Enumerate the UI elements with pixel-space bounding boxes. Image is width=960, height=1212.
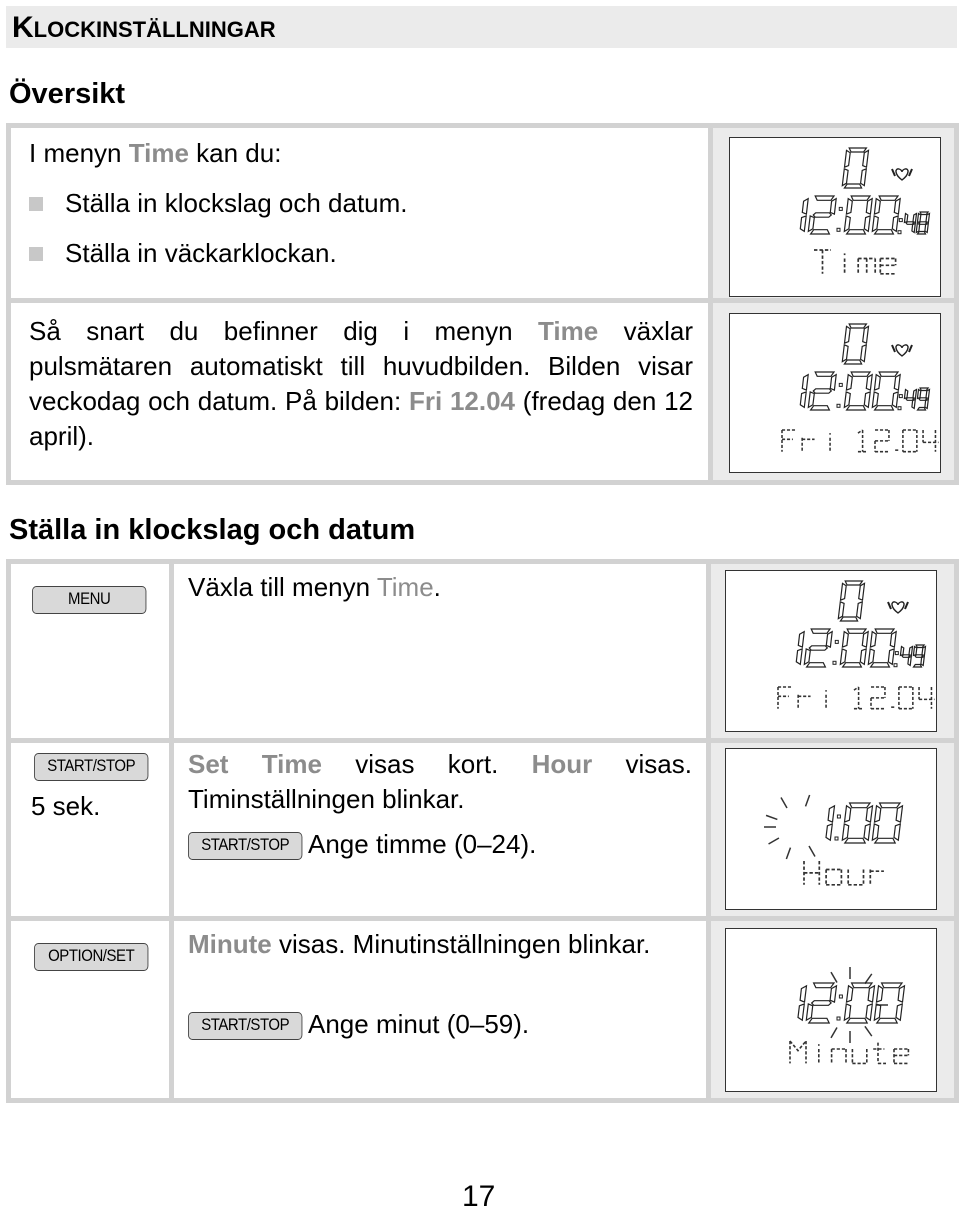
lcd-mode-label [789,1040,910,1065]
menu-key[interactable]: MENU [32,586,147,614]
lcd-top-digit [841,147,870,189]
step-text: Set Time visas kort. Hour visas. Timinst… [188,749,692,814]
overview-heading: Översikt [9,78,126,110]
lcd-graphic [789,967,910,1065]
lcd-top-digit [841,323,870,365]
option-set-key[interactable]: OPTION/SET [34,943,149,971]
display-cell [713,128,954,298]
steps-table: MENU Växla till menyn Time. START/STOP 5… [6,559,959,1103]
lcd-digit [867,628,897,668]
step-text: Minute visas. Minutinställningen blinkar… [188,929,651,959]
lcd-digit [807,195,837,235]
display-cell [713,303,954,480]
lcd-digit [903,388,918,410]
steps-heading: Ställa in klockslag och datum [9,514,416,546]
overview-paragraph: Så snart du befinner dig i menyn Time vä… [29,316,694,451]
lcd-digit [839,628,869,668]
lcd-display-date [725,570,937,732]
lcd-colon [834,814,841,841]
step-subtext: START/STOP Ange minut (0–59). [188,1007,529,1042]
lcd-digit [871,195,901,235]
lcd-digit [803,628,833,668]
chapter-title: KLOCKINSTÄLLNINGAR [6,6,957,48]
lcd-digit [841,802,874,844]
heart-icon [891,344,913,357]
overview-display-column [713,128,954,480]
lcd-colon [832,639,839,665]
lcd-digit [843,195,873,235]
lcd-digit [873,982,906,1024]
heart-icon [887,601,909,614]
display-cell [711,743,954,916]
heart-icon [891,168,913,181]
overview-table: I menyn Time kan du: Ställa in klockslag… [6,123,959,485]
bullet-square-icon [29,197,43,211]
lcd-colon [836,994,843,1021]
lcd-display-minute [725,928,937,1092]
lcd-digit [915,211,931,235]
lcd-digit [799,197,809,233]
lcd-graphic [764,794,904,886]
lcd-digit [805,982,838,1024]
lcd-date-label [777,686,935,710]
lcd-digit [871,371,901,411]
blink-indicator-icon [764,794,816,860]
lcd-digit [797,984,808,1022]
step-text-cell: Minute visas. Minutinställningen blinkar… [174,921,706,1098]
lcd-colon [897,218,903,235]
step-text-cell: Växla till menyn Time. [174,564,706,738]
lcd-colon [836,382,843,408]
lcd-display-date [729,313,941,473]
lcd-display-hour [725,748,937,910]
lcd-digit [825,804,836,842]
bullet-square-icon [29,247,43,261]
lcd-digit [795,630,805,666]
divider [11,298,708,303]
overview-text-cell: I menyn Time kan du: Ställa in klockslag… [11,128,708,480]
lcd-top-digit [837,580,866,622]
overview-intro: I menyn Time kan du: [29,138,282,168]
lcd-digit [903,212,918,234]
start-stop-key[interactable]: START/STOP [188,1012,303,1040]
lcd-digit [899,645,914,667]
step-subtext: START/STOP Ange timme (0–24). [188,827,536,862]
display-cell [711,921,954,1098]
lcd-graphic [799,147,931,275]
lcd-digit [871,802,904,844]
start-stop-key[interactable]: START/STOP [34,753,149,781]
lcd-date-label [781,429,939,453]
lcd-graphic [777,580,935,710]
lcd-mode-label [803,861,884,886]
lcd-graphic [781,323,939,453]
lcd-digit [843,982,876,1024]
bullet-item: Ställa in klockslag och datum. [29,186,408,221]
lcd-colon [836,206,843,232]
lcd-digit [843,371,873,411]
bullet-item: Ställa in väckarklockan. [29,236,337,271]
lcd-digit [916,387,931,411]
lcd-digit [807,371,837,411]
lcd-menu-label [814,249,897,275]
lcd-digit [912,644,927,668]
lcd-colon [893,651,899,668]
page-number: 17 [462,1180,496,1212]
step-key-cell: MENU [11,564,169,738]
lcd-digit [799,373,809,409]
lcd-colon [897,394,903,411]
key-hold-duration: 5 sek. [31,791,101,821]
step-key-cell: OPTION/SET [11,921,169,1098]
step-text: Växla till menyn Time. [188,572,441,602]
display-cell [711,564,954,738]
step-key-cell: START/STOP 5 sek. [11,743,169,916]
start-stop-key[interactable]: START/STOP [188,832,303,860]
lcd-display-time [729,137,941,297]
step-text-cell: Set Time visas kort. Hour visas. Timinst… [174,743,706,916]
